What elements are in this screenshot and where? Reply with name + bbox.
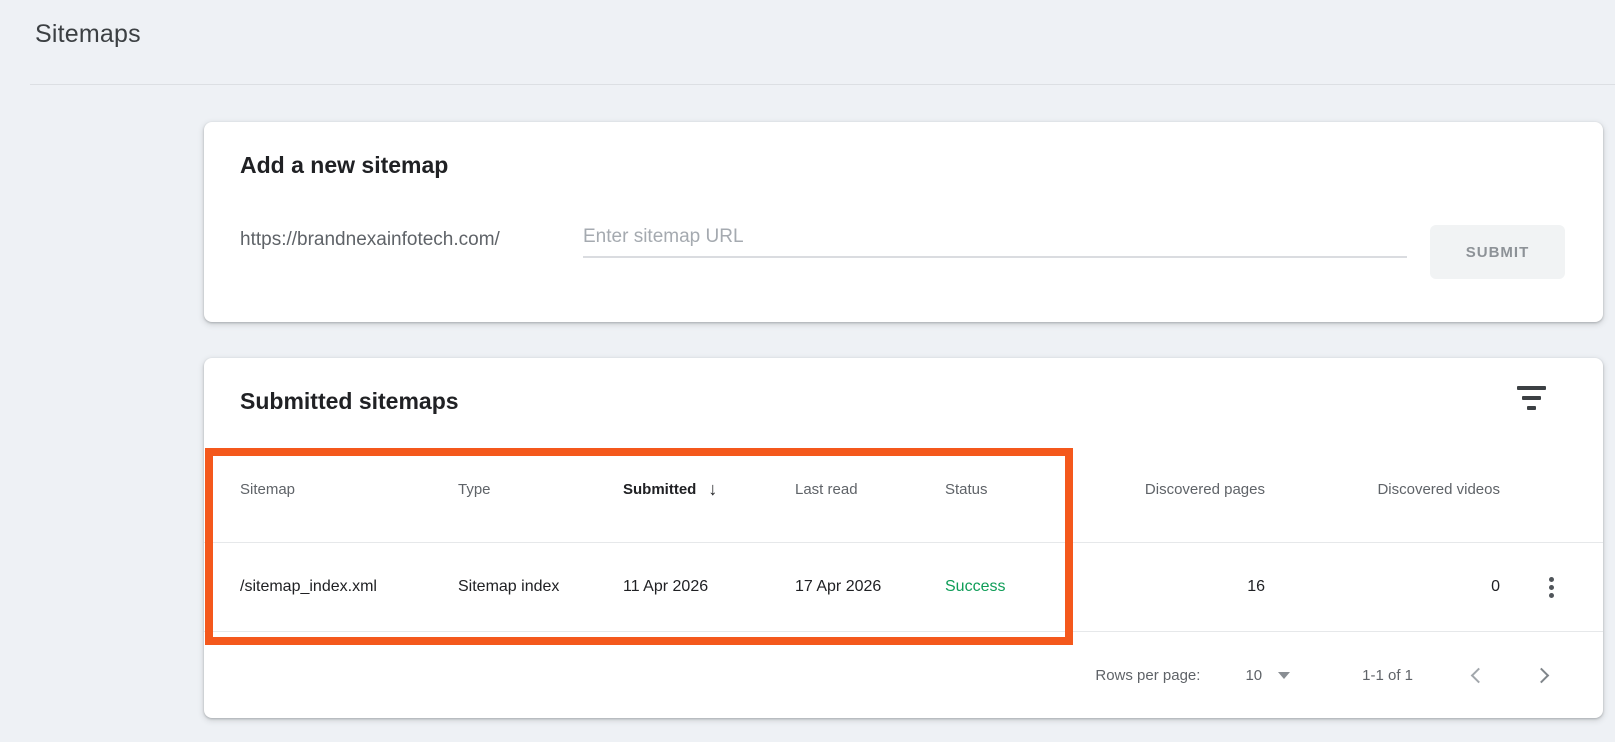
rows-per-page-label: Rows per page: [1095, 666, 1201, 684]
status-badge: Success [945, 578, 1006, 595]
column-header-last-read[interactable]: Last read [795, 481, 945, 498]
row-menu-kebab-icon[interactable] [1535, 570, 1569, 604]
add-sitemap-card: Add a new sitemap https://brandnexainfot… [204, 122, 1603, 322]
filter-bar [1526, 406, 1536, 410]
submit-button[interactable]: SUBMIT [1430, 225, 1565, 279]
column-header-type[interactable]: Type [458, 481, 623, 498]
previous-page-icon[interactable] [1470, 667, 1487, 683]
header-divider [30, 84, 1615, 85]
pagination-range-label: 1-1 of 1 [1362, 666, 1413, 684]
rows-per-page-value[interactable]: 10 [1245, 667, 1262, 684]
table-pagination: Rows per page: 10 1-1 of 1 [204, 632, 1603, 718]
filter-bar [1521, 396, 1541, 400]
submitted-sitemaps-heading: Submitted sitemaps [240, 388, 459, 414]
page-title: Sitemaps [35, 20, 141, 48]
column-header-discovered-pages[interactable]: Discovered pages [1115, 481, 1265, 498]
cell-last-read: 17 Apr 2026 [795, 578, 882, 595]
rows-per-page-dropdown-icon[interactable] [1278, 671, 1291, 679]
sitemap-url-input[interactable] [583, 218, 1407, 258]
column-header-discovered-videos[interactable]: Discovered videos [1265, 481, 1500, 498]
next-page-icon[interactable] [1533, 667, 1550, 683]
cell-type: Sitemap index [458, 578, 560, 595]
cell-sitemap[interactable]: /sitemap_index.xml [240, 578, 458, 596]
filter-icon[interactable] [1516, 386, 1546, 412]
column-header-submitted-label: Submitted [623, 481, 697, 498]
site-url-prefix: https://brandnexainfotech.com/ [240, 229, 500, 250]
table-row[interactable]: /sitemap_index.xml Sitemap index 11 Apr … [204, 543, 1603, 632]
column-header-submitted[interactable]: Submitted ↓ [623, 479, 795, 500]
submitted-sitemaps-card: Submitted sitemaps Sitemap Type Submitte… [204, 358, 1603, 718]
add-sitemap-heading: Add a new sitemap [240, 152, 449, 178]
column-header-status[interactable]: Status [945, 481, 1115, 498]
cell-submitted: 11 Apr 2026 [623, 578, 709, 595]
cell-discovered-pages: 16 [1247, 578, 1265, 595]
filter-bar [1516, 386, 1546, 390]
sort-descending-icon: ↓ [708, 479, 718, 499]
table-header-row: Sitemap Type Submitted ↓ Last read Statu… [204, 437, 1603, 543]
cell-discovered-videos: 0 [1491, 578, 1500, 595]
column-header-sitemap[interactable]: Sitemap [240, 481, 458, 498]
